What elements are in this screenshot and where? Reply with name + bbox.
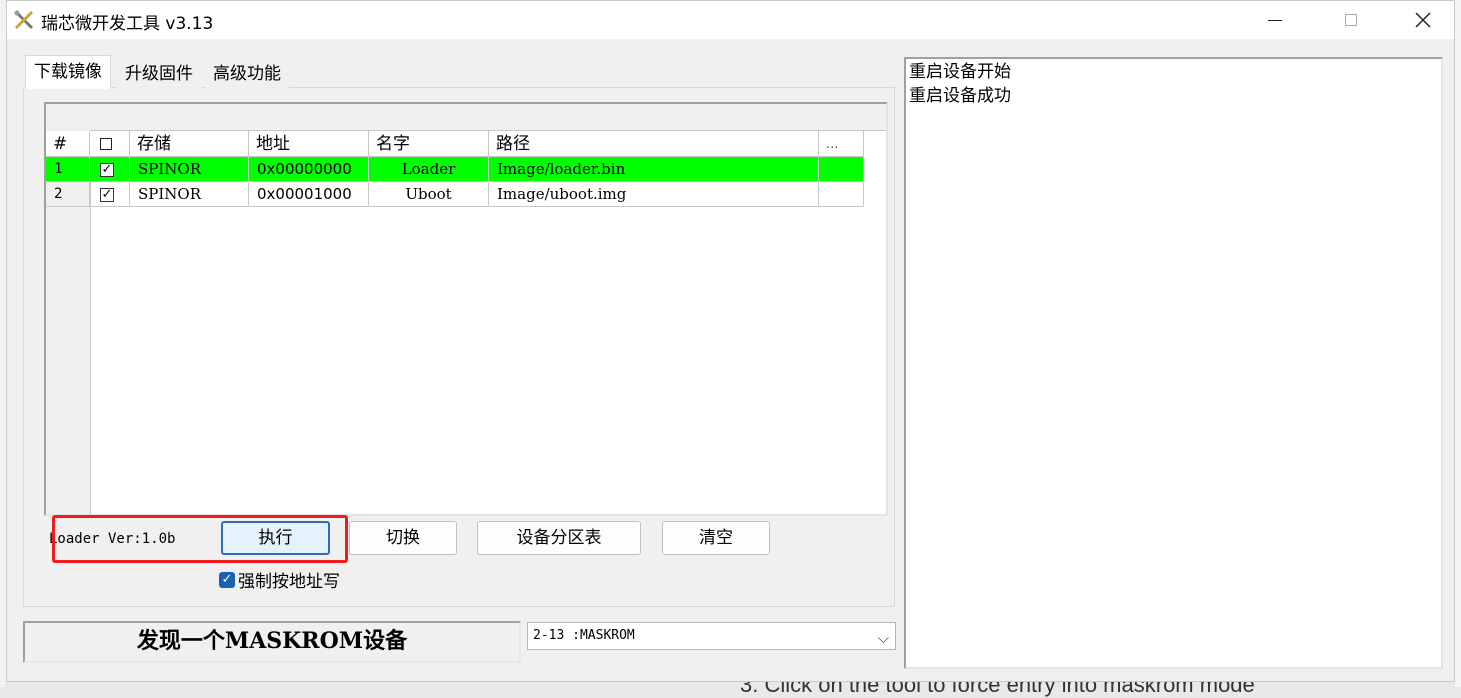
run-button[interactable]: 执行 [221, 521, 330, 555]
switch-button[interactable]: 切换 [349, 521, 457, 555]
row-number: 1 [46, 157, 90, 182]
device-select-value: 2-13 :MASKROM [533, 628, 635, 643]
row-address[interactable]: 0x00001000 [249, 182, 369, 207]
close-button[interactable] [1391, 1, 1455, 39]
checkmark-icon[interactable]: ✓ [219, 571, 235, 588]
row-address[interactable]: 0x00000000 [249, 157, 369, 182]
col-header-name[interactable]: 名字 [369, 131, 489, 156]
partition-table-button[interactable]: 设备分区表 [477, 521, 641, 555]
table-row[interactable]: 1 ✓ SPINOR 0x00000000 Loader Image/loade… [46, 157, 864, 182]
chevron-down-icon[interactable]: ⌵ [878, 625, 889, 651]
loader-version: Loader Ver:1.0b [49, 531, 176, 547]
row-path[interactable]: Image/loader.bin [489, 157, 819, 182]
minimize-icon [1268, 19, 1282, 21]
device-select[interactable]: 2-13 :MASKROM ⌵ [527, 622, 896, 650]
title-bar: 瑞芯微开发工具 v3.13 [7, 1, 1454, 39]
tools-icon [14, 10, 34, 30]
row-storage[interactable]: SPINOR [130, 182, 249, 207]
col-header-address[interactable]: 地址 [249, 131, 369, 156]
tab-advanced[interactable]: 高级功能 [205, 59, 289, 89]
table-top-bar [46, 104, 886, 131]
col-header-storage[interactable]: 存储 [130, 131, 249, 156]
log-line: 重启设备开始 [909, 62, 1011, 82]
close-icon [1415, 12, 1431, 28]
table-header: # 存储 地址 名字 路径 ... [46, 131, 864, 157]
row-more[interactable] [819, 182, 864, 207]
force-address-write-checkbox[interactable]: ✓ 强制按地址写 [219, 567, 340, 592]
maximize-icon [1345, 14, 1357, 26]
clear-button[interactable]: 清空 [662, 521, 770, 555]
background-page-right [1455, 0, 1461, 687]
row-path[interactable]: Image/uboot.img [489, 182, 819, 207]
row-more[interactable] [819, 157, 864, 182]
row-checkbox-cell[interactable]: ✓ [90, 182, 130, 207]
row-name[interactable]: Uboot [369, 182, 489, 207]
row-number: 2 [46, 182, 90, 207]
row-storage[interactable]: SPINOR [130, 157, 249, 182]
minimize-button[interactable] [1243, 1, 1307, 39]
image-table: # 存储 地址 名字 路径 ... 1 ✓ SPINOR 0x00000000 … [44, 102, 888, 516]
table-row[interactable]: 2 ✓ SPINOR 0x00001000 Uboot Image/uboot.… [46, 182, 864, 207]
row-checkbox[interactable]: ✓ [100, 163, 114, 177]
log-line: 重启设备成功 [909, 86, 1011, 106]
select-all-checkbox[interactable] [100, 138, 112, 150]
col-header-num[interactable]: # [46, 131, 90, 156]
app-window: 瑞芯微开发工具 v3.13 # 存储 地址 名字 路径 ... 1 ✓ SPIN… [6, 0, 1455, 682]
tab-download-image[interactable]: 下载镜像 [25, 55, 111, 89]
device-status: 发现一个MASKROM设备 [23, 621, 521, 663]
row-checkbox-cell[interactable]: ✓ [90, 157, 130, 182]
row-checkbox[interactable]: ✓ [100, 188, 114, 202]
col-header-more[interactable]: ... [819, 131, 864, 156]
force-address-write-label: 强制按地址写 [238, 572, 340, 592]
row-name[interactable]: Loader [369, 157, 489, 182]
maximize-button[interactable] [1319, 1, 1383, 39]
log-output[interactable]: 重启设备开始 重启设备成功 [904, 57, 1443, 669]
col-header-path[interactable]: 路径 [489, 131, 819, 156]
col-header-check[interactable] [90, 131, 130, 156]
tab-upgrade-firmware[interactable]: 升级固件 [117, 59, 201, 89]
window-title: 瑞芯微开发工具 v3.13 [41, 14, 214, 34]
